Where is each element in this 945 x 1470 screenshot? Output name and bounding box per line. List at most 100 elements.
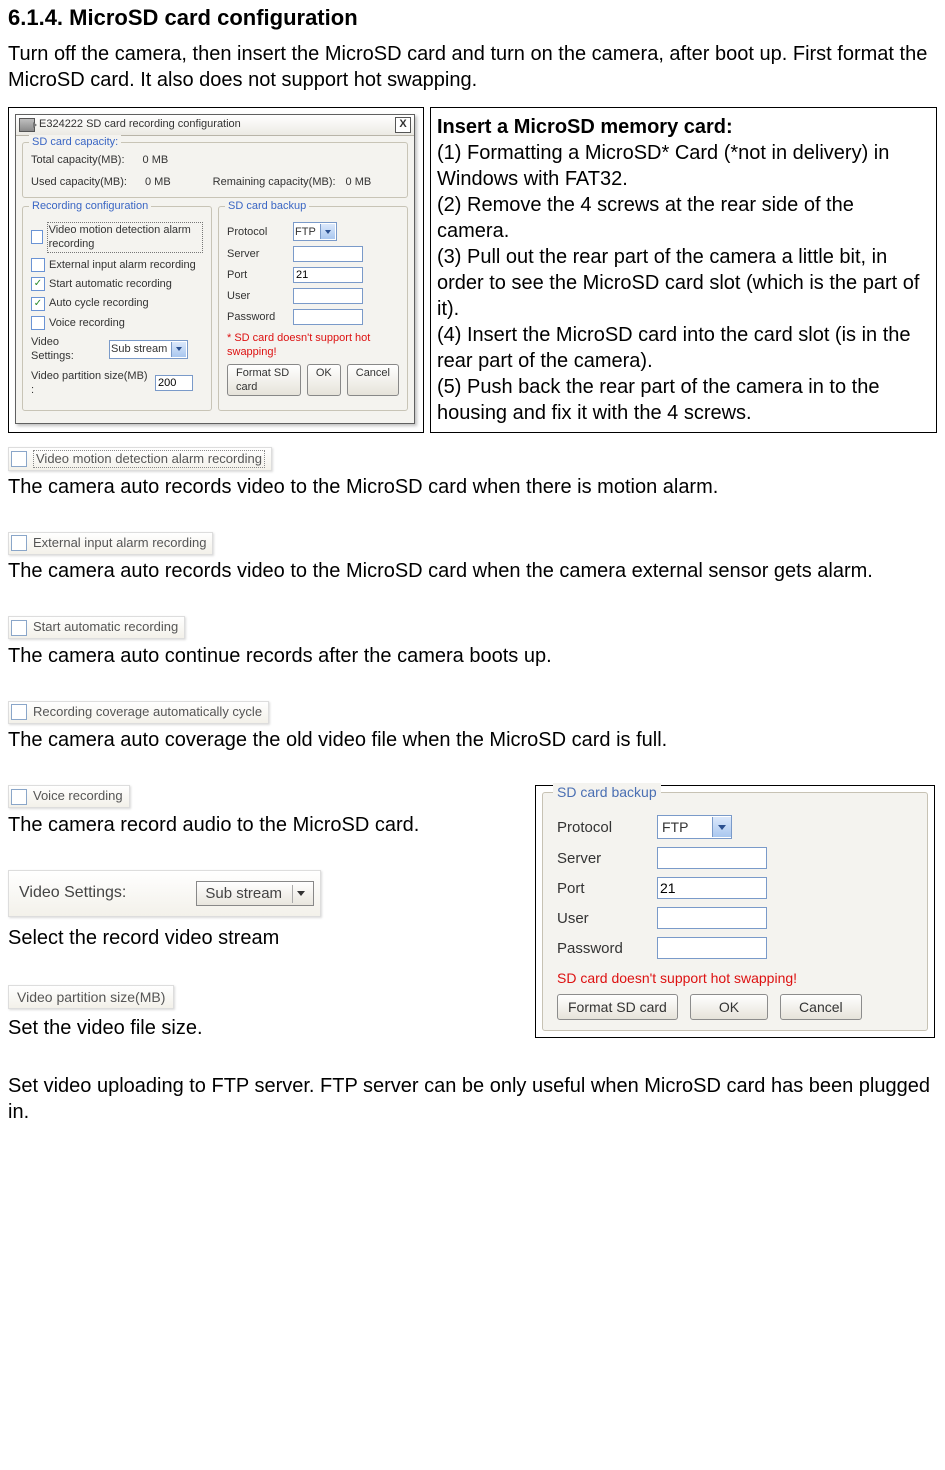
start-auto-snippet[interactable]: Start automatic recording (8, 616, 185, 639)
panel-format-button[interactable]: Format SD card (557, 994, 678, 1020)
auto-coverage-snippet[interactable]: Recording coverage automatically cycle (8, 701, 269, 724)
instructions-cell: Insert a MicroSD memory card: (1) Format… (430, 107, 937, 433)
panel-server-input[interactable] (657, 847, 767, 869)
panel-port-label: Port (557, 879, 651, 899)
total-capacity-label: Total capacity(MB): (31, 154, 125, 166)
checkbox-icon (11, 789, 27, 805)
video-settings-select[interactable]: Sub stream (109, 340, 188, 359)
checkbox-icon (31, 258, 45, 272)
format-sd-button[interactable]: Format SD card (227, 364, 301, 397)
motion-recording-label: Video motion detection alarm recording (47, 222, 203, 253)
motion-recording-snippet-label: Video motion detection alarm recording (33, 450, 265, 469)
remaining-capacity-value: 0 MB (346, 176, 372, 188)
auto-cycle-label: Auto cycle recording (49, 296, 149, 310)
panel-warning: SD card doesn't support hot swapping! (557, 969, 913, 987)
port-input[interactable] (293, 267, 363, 283)
close-icon[interactable]: X (395, 117, 411, 133)
user-label: User (227, 289, 287, 303)
video-settings-value: Sub stream (111, 342, 167, 356)
protocol-select[interactable]: FTP (293, 222, 337, 241)
checkbox-icon: ✓ (31, 297, 45, 311)
video-settings-snippet-select[interactable]: Sub stream (196, 881, 314, 907)
ftp-footer-paragraph: Set video uploading to FTP server. FTP s… (8, 1073, 937, 1125)
protocol-label: Protocol (227, 225, 287, 239)
password-input[interactable] (293, 309, 363, 325)
sd-backup-panel-figure: SD card backup Protocol FTP Server Port … (535, 785, 935, 1037)
auto-coverage-snippet-label: Recording coverage automatically cycle (33, 704, 262, 721)
panel-cancel-button[interactable]: Cancel (780, 994, 862, 1020)
dialog-figure-cell: E324222 SD card recording configuration … (8, 107, 424, 433)
external-alarm-checkbox-row[interactable]: External input alarm recording (31, 258, 203, 272)
instruction-step: (1) Formatting a MicroSD* Card (*not in … (437, 142, 889, 190)
motion-recording-snippet[interactable]: Video motion detection alarm recording (8, 447, 272, 472)
start-auto-snippet-label: Start automatic recording (33, 619, 178, 636)
instruction-step: (3) Pull out the rear part of the camera… (437, 246, 919, 320)
checkbox-icon (11, 620, 27, 636)
checkbox-icon (11, 535, 27, 551)
recording-config-label: Recording configuration (29, 199, 151, 213)
panel-protocol-value: FTP (662, 818, 688, 836)
sd-backup-label: SD card backup (225, 199, 309, 213)
partition-size-label: Video partition size(MB) : (31, 369, 149, 398)
sd-config-dialog: E324222 SD card recording configuration … (15, 114, 415, 425)
chevron-down-icon (292, 885, 309, 903)
recording-config-group: Recording configuration Video motion det… (22, 206, 212, 411)
panel-user-label: User (557, 909, 651, 929)
used-capacity-value: 0 MB (145, 176, 171, 188)
ok-button[interactable]: OK (307, 364, 341, 397)
external-alarm-description: The camera auto records video to the Mic… (8, 558, 937, 584)
cancel-button[interactable]: Cancel (347, 364, 399, 397)
server-label: Server (227, 247, 287, 261)
instruction-step: (2) Remove the 4 screws at the rear side… (437, 194, 854, 242)
motion-recording-description: The camera auto records video to the Mic… (8, 474, 937, 500)
total-capacity-value: 0 MB (143, 154, 169, 166)
motion-recording-checkbox-row[interactable]: Video motion detection alarm recording (31, 222, 203, 253)
auto-coverage-description: The camera auto coverage the old video f… (8, 727, 937, 753)
panel-password-input[interactable] (657, 937, 767, 959)
capacity-group: SD card capacity: Total capacity(MB):0 M… (22, 142, 408, 199)
intro-paragraph: Turn off the camera, then insert the Mic… (8, 41, 937, 93)
sd-backup-panel-label: SD card backup (553, 783, 661, 801)
panel-password-label: Password (557, 939, 651, 959)
external-alarm-label: External input alarm recording (49, 258, 196, 272)
checkbox-icon (11, 704, 27, 720)
camera-icon (19, 118, 35, 132)
dialog-titlebar: E324222 SD card recording configuration … (16, 115, 414, 136)
voice-recording-snippet-label: Voice recording (33, 788, 123, 805)
chevron-down-icon (171, 342, 186, 357)
voice-recording-snippet[interactable]: Voice recording (8, 785, 130, 808)
password-label: Password (227, 310, 287, 324)
panel-protocol-select[interactable]: FTP (657, 815, 732, 839)
external-alarm-snippet[interactable]: External input alarm recording (8, 532, 213, 555)
video-settings-snippet: Video Settings: Sub stream (8, 870, 321, 918)
checkbox-icon (11, 451, 27, 467)
external-alarm-snippet-label: External input alarm recording (33, 535, 206, 552)
hot-swap-warning: * SD card doesn't support hot swapping! (227, 331, 399, 360)
instructions-title: Insert a MicroSD memory card: (437, 116, 733, 138)
port-label: Port (227, 268, 287, 282)
panel-user-input[interactable] (657, 907, 767, 929)
panel-server-label: Server (557, 849, 651, 869)
partition-size-input[interactable] (155, 375, 193, 391)
panel-port-input[interactable] (657, 877, 767, 899)
checkbox-icon (31, 316, 45, 330)
voice-recording-checkbox-row[interactable]: Voice recording (31, 316, 203, 330)
checkbox-icon (31, 230, 43, 244)
start-auto-label: Start automatic recording (49, 277, 172, 291)
instruction-step: (5) Push back the rear part of the camer… (437, 376, 879, 424)
auto-cycle-checkbox-row[interactable]: ✓ Auto cycle recording (31, 296, 203, 310)
dialog-title: E324222 SD card recording configuration (39, 117, 241, 131)
partition-size-snippet: Video partition size(MB) (8, 985, 174, 1009)
panel-ok-button[interactable]: OK (690, 994, 768, 1020)
start-auto-description: The camera auto continue records after t… (8, 643, 937, 669)
figure-and-instructions-row: E324222 SD card recording configuration … (8, 107, 937, 433)
capacity-group-label: SD card capacity: (29, 135, 121, 149)
start-auto-checkbox-row[interactable]: ✓ Start automatic recording (31, 277, 203, 291)
server-input[interactable] (293, 246, 363, 262)
video-settings-snippet-value: Sub stream (205, 884, 282, 904)
checkbox-icon: ✓ (31, 277, 45, 291)
video-settings-label: Video Settings: (31, 335, 103, 364)
user-input[interactable] (293, 288, 363, 304)
chevron-down-icon (320, 224, 335, 239)
sd-backup-group: SD card backup Protocol FTP Server Port … (218, 206, 408, 411)
